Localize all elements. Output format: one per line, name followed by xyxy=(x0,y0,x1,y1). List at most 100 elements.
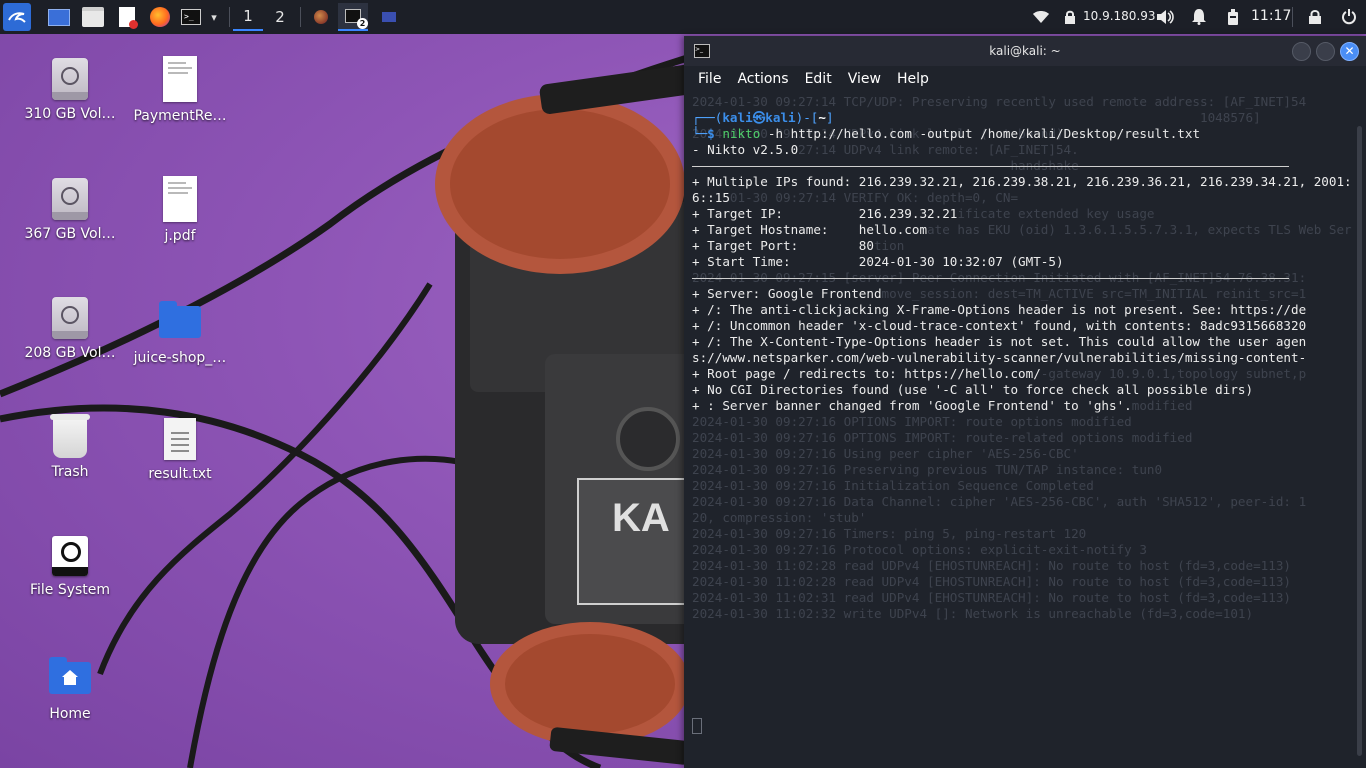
prompt-dollar: $ xyxy=(707,126,715,141)
output-line: + Server: Google Frontend xyxy=(692,286,882,302)
pdf-icon xyxy=(163,176,197,222)
maximize-button[interactable] xyxy=(1316,42,1335,61)
output-line: - Nikto v2.5.0 xyxy=(692,142,799,158)
drive-icon xyxy=(52,58,88,100)
desktop-icon-j-pdf[interactable]: j.pdf xyxy=(130,176,230,244)
panel-separator xyxy=(1292,7,1293,27)
output-line: + Target Port: 80 xyxy=(692,238,874,254)
menu-edit[interactable]: Edit xyxy=(805,71,832,87)
volume-icon[interactable] xyxy=(1154,3,1176,31)
prompt-line-2: └─$ nikto -h http://hello.com -output /h… xyxy=(692,126,1200,142)
workspace-1[interactable]: 1 xyxy=(233,3,263,31)
chevron-down-icon[interactable]: ▾ xyxy=(205,3,223,31)
output-line: s://www.netsparker.com/web-vulnerability… xyxy=(692,350,1307,366)
menu-view[interactable]: View xyxy=(848,71,881,87)
text-file-icon xyxy=(164,418,196,460)
task-window[interactable] xyxy=(374,3,404,31)
background-log-line: 2024-01-30 09:27:14 TCP/UDP: Preserving … xyxy=(692,94,1307,109)
background-log-line: 2024-01-30 09:27:16 Protocol options: ex… xyxy=(692,542,1147,557)
window-count-badge: 2 xyxy=(357,18,368,29)
prompt-line-1: ┌──(kali㉿kali)-[~] xyxy=(692,110,834,126)
desktop-icon-label: File System xyxy=(29,582,111,598)
svg-text:KA: KA xyxy=(612,496,670,540)
prompt-at: ㉿ xyxy=(752,110,766,125)
terminal-window[interactable]: >_ kali@kali: ~ ✕ File Actions Edit View… xyxy=(684,36,1366,768)
task-firefox[interactable] xyxy=(306,3,336,31)
show-desktop-button[interactable] xyxy=(46,3,72,31)
power-icon[interactable] xyxy=(1338,3,1360,31)
file-system-icon xyxy=(52,536,88,576)
trash-icon xyxy=(50,414,90,458)
text-editor-button[interactable] xyxy=(114,3,140,31)
task-terminal[interactable]: 2 xyxy=(338,3,368,31)
menu-file[interactable]: File xyxy=(698,71,721,87)
vpn-lock-icon[interactable] xyxy=(1060,3,1080,31)
output-line: + Start Time: 2024-01-30 10:32:07 (GMT-5… xyxy=(692,254,1064,270)
output-divider xyxy=(692,278,1289,279)
background-log-line: 2024-01-30 09:27:16 Timers: ping 5, ping… xyxy=(692,526,1087,541)
output-line: + Target Hostname: hello.com xyxy=(692,222,928,238)
prompt-frame: ┌──( xyxy=(692,110,723,125)
background-log-line: 2024-01-30 11:02:32 write UDPv4 []: Netw… xyxy=(692,606,1254,621)
background-log-line: 2024-01-30 09:27:16 Initialization Seque… xyxy=(692,478,1094,493)
window-title: kali@kali: ~ xyxy=(989,44,1061,58)
firefox-icon xyxy=(314,10,328,24)
minimize-button[interactable] xyxy=(1292,42,1311,61)
firefox-button[interactable] xyxy=(147,3,173,31)
prompt-dir: ~ xyxy=(818,110,826,125)
desktop-icon-juice-shop[interactable]: juice-shop_… xyxy=(130,301,230,366)
output-line: + No CGI Directories found (use '-C all'… xyxy=(692,382,1254,398)
desktop-icon-home[interactable]: Home xyxy=(20,657,120,722)
kali-menu-button[interactable] xyxy=(3,3,31,31)
desktop-icon-label: j.pdf xyxy=(164,228,196,244)
background-log-line: 2024-01-30 09:27:16 OPTIONS IMPORT: rout… xyxy=(692,430,1193,445)
background-log-line: 2024-01-30 09:27:14 VERIFY OK: depth=0, … xyxy=(692,190,1019,205)
desktop-icon-volume-208[interactable]: 208 GB Vol… xyxy=(20,297,120,361)
prompt-host: kali xyxy=(765,110,796,125)
desktop-icon-volume-367[interactable]: 367 GB Vol… xyxy=(20,178,120,242)
panel-separator xyxy=(300,7,301,27)
text-editor-icon xyxy=(119,7,138,29)
folder-icon xyxy=(159,301,201,338)
desktop-icon-paymentre[interactable]: PaymentRe… xyxy=(130,56,230,124)
desktop-icon-volume-310[interactable]: 310 GB Vol… xyxy=(20,58,120,122)
background-log-line: 2024-01-30 09:27:16 Using peer cipher 'A… xyxy=(692,446,1079,461)
background-log-line: 2024-01-30 11:02:28 read UDPv4 [EHOSTUNR… xyxy=(692,558,1291,573)
background-log-line: 20, compression: 'stub' xyxy=(692,510,867,525)
top-panel: >_ ▾ 1 2 2 10.9.180.93 11:17 xyxy=(0,0,1366,34)
power-manager-icon[interactable] xyxy=(1222,3,1244,31)
terminal-output[interactable]: 2024-01-30 09:27:14 TCP/UDP: Preserving … xyxy=(692,94,1352,768)
prompt-frame: └─ xyxy=(692,126,708,141)
desktop-icon-trash[interactable]: Trash xyxy=(20,414,120,480)
terminal-launcher-button[interactable]: >_ xyxy=(178,3,204,31)
terminal-titlebar[interactable]: >_ kali@kali: ~ ✕ xyxy=(684,36,1366,66)
desktop-icon-file-system[interactable]: File System xyxy=(20,536,120,598)
menu-help[interactable]: Help xyxy=(897,71,929,87)
file-manager-button[interactable] xyxy=(80,3,106,31)
desktop-icon-label: PaymentRe… xyxy=(133,108,227,124)
folder-icon xyxy=(82,7,104,27)
firefox-icon xyxy=(150,7,170,27)
output-line: 6::15 xyxy=(692,190,730,206)
desktop-icon-result-txt[interactable]: result.txt xyxy=(130,418,230,482)
output-line: + Target IP: 216.239.32.21 xyxy=(692,206,958,222)
drive-icon xyxy=(52,297,88,339)
background-log-line: 2024-01-30 11:02:28 read UDPv4 [EHOSTUNR… xyxy=(692,574,1291,589)
background-log-line: 2024-01-30 11:02:31 read UDPv4 [EHOSTUNR… xyxy=(692,590,1291,605)
desktop-icon xyxy=(48,8,70,26)
clock[interactable]: 11:17 xyxy=(1251,8,1291,24)
menu-actions[interactable]: Actions xyxy=(737,71,788,87)
notifications-bell-icon[interactable] xyxy=(1188,3,1210,31)
prompt-frame: ] xyxy=(825,110,834,125)
home-folder-icon xyxy=(49,657,91,694)
lock-screen-icon[interactable] xyxy=(1304,3,1326,31)
workspace-2[interactable]: 2 xyxy=(265,3,295,31)
network-wifi-icon[interactable] xyxy=(1030,3,1052,31)
document-icon xyxy=(163,56,197,102)
desktop-icon-label: 310 GB Vol… xyxy=(24,106,116,122)
close-button[interactable]: ✕ xyxy=(1340,42,1359,61)
terminal-scrollbar[interactable] xyxy=(1357,126,1362,756)
panel-separator xyxy=(229,7,230,27)
background-log-line: 2024-01-30 09:27:16 OPTIONS IMPORT: rout… xyxy=(692,414,1132,429)
prompt-frame: )-[ xyxy=(795,110,819,125)
